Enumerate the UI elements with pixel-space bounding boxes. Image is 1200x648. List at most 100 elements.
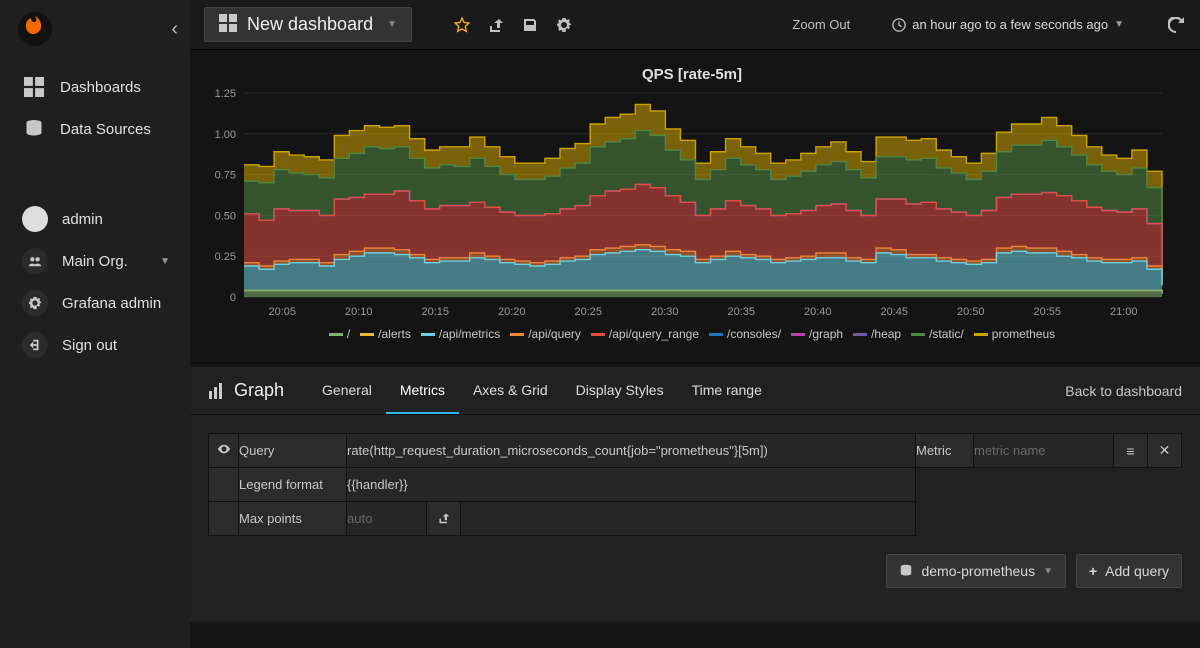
legend-swatch bbox=[709, 333, 723, 336]
query-remove-icon[interactable]: ✕ bbox=[1148, 434, 1182, 468]
datasource-picker[interactable]: demo-prometheus ▼ bbox=[886, 554, 1066, 588]
back-to-dashboard-link[interactable]: Back to dashboard bbox=[1065, 383, 1182, 399]
svg-text:20:25: 20:25 bbox=[574, 306, 602, 318]
query-menu-icon[interactable]: ≡ bbox=[1114, 434, 1148, 468]
svg-text:0.25: 0.25 bbox=[215, 251, 236, 263]
caret-down-icon: ▼ bbox=[383, 19, 397, 30]
datasources-icon bbox=[22, 118, 46, 140]
star-icon[interactable] bbox=[452, 15, 472, 35]
svg-text:20:10: 20:10 bbox=[345, 306, 373, 318]
time-range-picker[interactable]: an hour ago to a few seconds ago ▼ bbox=[892, 17, 1124, 32]
caret-down-icon: ▼ bbox=[160, 256, 170, 267]
chart-legend: / /alerts/api/metrics/api/query/api/query… bbox=[202, 321, 1182, 343]
sidebar-user[interactable]: admin bbox=[0, 198, 190, 240]
grafana-logo[interactable] bbox=[18, 12, 52, 46]
grid-icon bbox=[219, 14, 237, 35]
metric-input[interactable] bbox=[974, 443, 1113, 458]
legend-item[interactable]: prometheus bbox=[974, 327, 1055, 341]
sidebar-collapse-icon[interactable]: ‹ bbox=[171, 18, 178, 41]
legend-format-input[interactable] bbox=[347, 477, 915, 492]
query-table: Query Metric ≡ ✕ Legend format bbox=[208, 433, 1182, 536]
svg-text:20:40: 20:40 bbox=[804, 306, 832, 318]
editor-tab-axes-grid[interactable]: Axes & Grid bbox=[459, 368, 562, 414]
panel-editor: Graph GeneralMetricsAxes & GridDisplay S… bbox=[190, 367, 1200, 622]
query-label: Query bbox=[239, 434, 347, 468]
query-input[interactable] bbox=[347, 443, 915, 458]
clock-icon bbox=[892, 18, 906, 32]
add-query-label: Add query bbox=[1105, 563, 1169, 579]
query-visibility-toggle[interactable] bbox=[209, 434, 239, 468]
main: New dashboard ▼ Zoom Out an hour ago to … bbox=[190, 0, 1200, 648]
legend-swatch bbox=[791, 333, 805, 336]
signout-label: Sign out bbox=[62, 337, 117, 354]
plus-icon: + bbox=[1089, 563, 1097, 579]
editor-tab-time-range[interactable]: Time range bbox=[678, 368, 776, 414]
legend-item[interactable]: /api/metrics bbox=[421, 327, 500, 341]
svg-text:20:45: 20:45 bbox=[880, 306, 908, 318]
panel-type-label: Graph bbox=[208, 380, 284, 401]
svg-text:20:50: 20:50 bbox=[957, 306, 985, 318]
legend-item[interactable]: /api/query bbox=[510, 327, 581, 341]
legend-item[interactable]: /heap bbox=[853, 327, 901, 341]
editor-tab-display-styles[interactable]: Display Styles bbox=[562, 368, 678, 414]
svg-text:20:55: 20:55 bbox=[1033, 306, 1061, 318]
settings-icon[interactable] bbox=[554, 15, 574, 35]
svg-text:21:00: 21:00 bbox=[1110, 306, 1138, 318]
svg-text:20:35: 20:35 bbox=[727, 306, 755, 318]
metric-label: Metric bbox=[916, 434, 974, 468]
admin-label: Grafana admin bbox=[62, 295, 161, 312]
legend-swatch bbox=[329, 333, 343, 336]
sidebar: ‹ Dashboards Data Sources admin Main Org.… bbox=[0, 0, 190, 648]
save-icon[interactable] bbox=[520, 15, 540, 35]
bar-chart-icon bbox=[208, 382, 226, 400]
editor-tab-metrics[interactable]: Metrics bbox=[386, 368, 459, 414]
sidebar-item-datasources[interactable]: Data Sources bbox=[0, 108, 190, 150]
legend-item[interactable]: /alerts bbox=[360, 327, 411, 341]
legend-item[interactable]: /static/ bbox=[911, 327, 964, 341]
sidebar-org-switcher[interactable]: Main Org. ▼ bbox=[0, 240, 190, 282]
user-avatar-icon bbox=[22, 206, 48, 232]
panel: QPS [rate-5m] 00.250.500.751.001.2520:05… bbox=[190, 50, 1200, 343]
editor-tab-general[interactable]: General bbox=[308, 368, 386, 414]
caret-down-icon: ▼ bbox=[1043, 566, 1053, 577]
legend-swatch bbox=[853, 333, 867, 336]
gear-icon bbox=[22, 290, 48, 316]
add-query-button[interactable]: + Add query bbox=[1076, 554, 1182, 588]
org-icon bbox=[22, 248, 48, 274]
svg-text:20:05: 20:05 bbox=[268, 306, 296, 318]
svg-text:0.75: 0.75 bbox=[215, 170, 236, 182]
legend-item[interactable]: /consoles/ bbox=[709, 327, 781, 341]
max-points-share-icon[interactable] bbox=[427, 502, 461, 536]
legend-swatch bbox=[911, 333, 925, 336]
org-name: Main Org. bbox=[62, 253, 128, 270]
svg-text:20:30: 20:30 bbox=[651, 306, 679, 318]
dashboard-picker-button[interactable]: New dashboard ▼ bbox=[204, 7, 412, 42]
signout-icon bbox=[22, 332, 48, 358]
svg-text:0: 0 bbox=[230, 292, 236, 304]
sidebar-item-dashboards[interactable]: Dashboards bbox=[0, 66, 190, 108]
svg-text:0.50: 0.50 bbox=[215, 210, 236, 222]
legend-format-label: Legend format bbox=[239, 468, 347, 502]
legend-swatch bbox=[974, 333, 988, 336]
max-points-input[interactable] bbox=[347, 511, 426, 526]
svg-text:1.00: 1.00 bbox=[215, 129, 236, 141]
chart-area[interactable]: 00.250.500.751.001.2520:0520:1020:1520:2… bbox=[208, 89, 1168, 321]
zoom-out-button[interactable]: Zoom Out bbox=[792, 17, 850, 32]
share-icon[interactable] bbox=[486, 15, 506, 35]
datasource-name: demo-prometheus bbox=[921, 563, 1035, 579]
legend-item[interactable]: /api/query_range bbox=[591, 327, 699, 341]
refresh-icon[interactable] bbox=[1166, 15, 1186, 35]
legend-item[interactable]: / bbox=[329, 327, 350, 341]
topbar: New dashboard ▼ Zoom Out an hour ago to … bbox=[190, 0, 1200, 50]
max-points-label: Max points bbox=[239, 502, 347, 536]
legend-item[interactable]: /graph bbox=[791, 327, 843, 341]
svg-text:1.25: 1.25 bbox=[215, 89, 236, 100]
time-range-label: an hour ago to a few seconds ago bbox=[912, 17, 1108, 32]
user-name: admin bbox=[62, 211, 103, 228]
editor-tabs: Graph GeneralMetricsAxes & GridDisplay S… bbox=[190, 367, 1200, 415]
sidebar-admin[interactable]: Grafana admin bbox=[0, 282, 190, 324]
sidebar-item-label: Dashboards bbox=[60, 79, 141, 96]
legend-swatch bbox=[591, 333, 605, 336]
sidebar-signout[interactable]: Sign out bbox=[0, 324, 190, 366]
caret-down-icon: ▼ bbox=[1114, 19, 1124, 30]
